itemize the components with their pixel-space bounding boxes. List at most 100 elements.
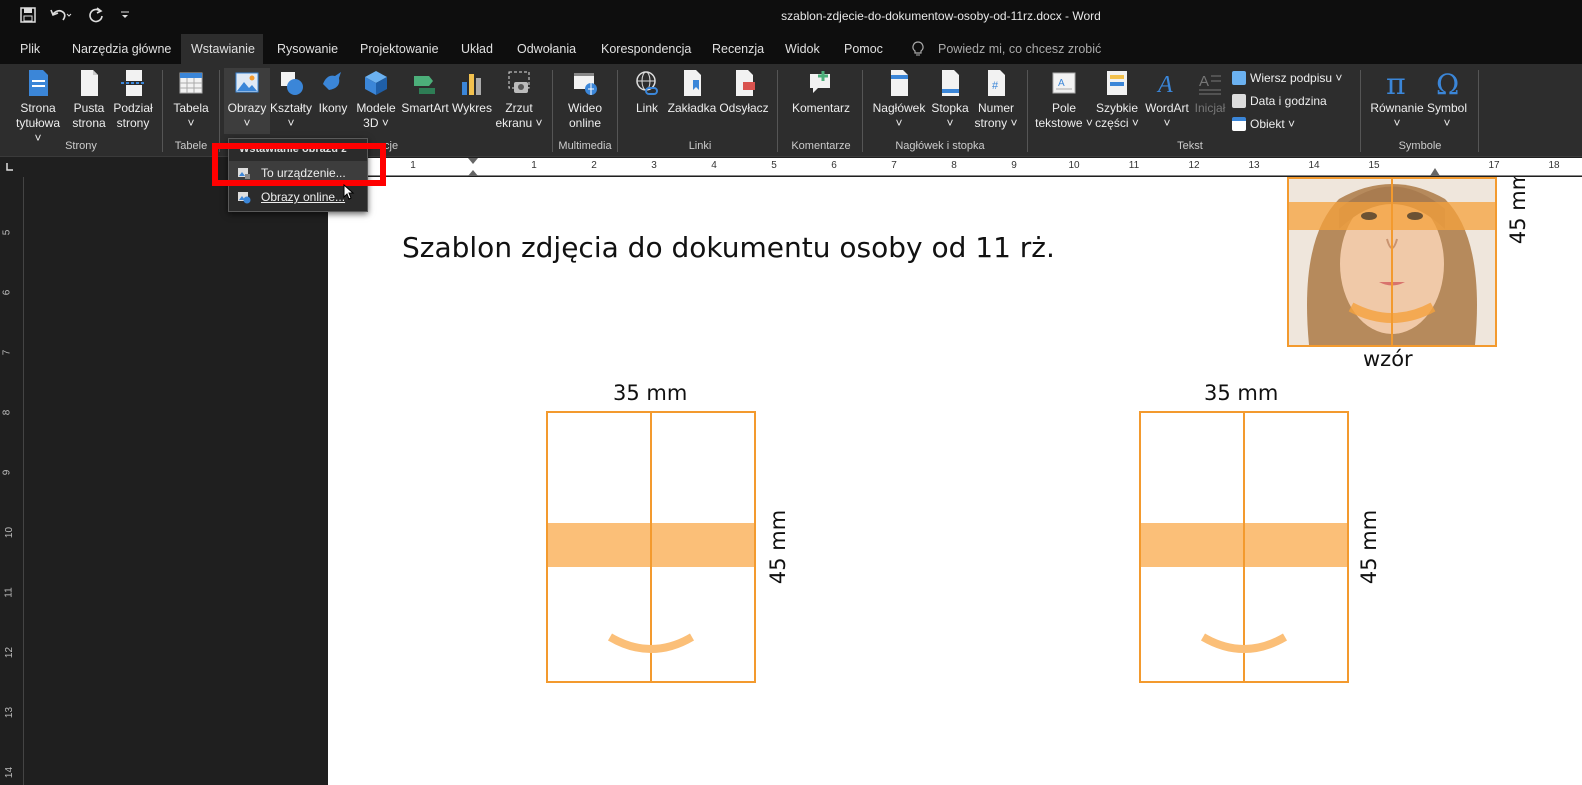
tab-narzedzia-glowne[interactable]: Narzędzia główne — [62, 34, 181, 64]
video-icon — [574, 73, 597, 95]
text-box-button[interactable]: A Pole tekstowe ˅ — [1033, 68, 1095, 131]
ruler-number: 3 — [651, 160, 657, 171]
cover-page-button[interactable]: Strona tytułowa ˅ — [11, 68, 65, 146]
ruler-number: 7 — [1, 349, 13, 356]
ruler-number: 9 — [1, 469, 13, 476]
indent-marker-icon[interactable] — [468, 158, 478, 176]
svg-text:A: A — [1156, 72, 1173, 98]
bookmark-button[interactable]: Zakładka — [666, 68, 718, 116]
bookmark-icon — [684, 70, 701, 96]
ruler-number: 11 — [1128, 160, 1140, 171]
ruler-number: 5 — [1, 229, 13, 236]
shapes-button[interactable]: Kształty ˅ — [266, 68, 316, 131]
chin-guide — [1200, 633, 1288, 653]
group-separator — [777, 70, 778, 152]
link-button[interactable]: Link — [622, 68, 672, 116]
tab-projektowanie[interactable]: Projektowanie — [350, 34, 449, 64]
ruler-number: 18 — [1548, 160, 1560, 171]
equation-button[interactable]: π Równanie ˅ — [1368, 68, 1426, 131]
cover-page-icon — [29, 70, 48, 96]
link-label: Link — [635, 101, 658, 115]
highlight-box — [212, 143, 386, 186]
ruler-number: 17 — [1488, 160, 1500, 171]
page-number-icon: # — [988, 70, 1005, 96]
wordart-button[interactable]: A WordArt ˅ — [1142, 68, 1192, 131]
object-button[interactable]: Obiekt ˅ — [1232, 114, 1295, 134]
blank-page-icon — [81, 70, 98, 96]
cross-reference-button[interactable]: Odsyłacz — [717, 68, 771, 116]
blank-page-button[interactable]: Pusta strona — [66, 68, 112, 131]
ruler-number: 5 — [771, 160, 777, 171]
online-video-label: Wideo online — [567, 101, 602, 130]
text-box-label: Pole tekstowe — [1035, 101, 1083, 130]
signature-line-button[interactable]: Wiersz podpisu ˅ — [1232, 68, 1342, 88]
table-button[interactable]: Tabela ˅ — [166, 68, 216, 131]
tab-recenzja[interactable]: Recenzja — [702, 34, 774, 64]
wordart-icon: A — [1156, 72, 1173, 98]
tell-me-search[interactable]: Powiedz mi, co chcesz zrobić — [938, 34, 1101, 64]
picture-icon — [235, 72, 259, 93]
tab-rysowanie[interactable]: Rysowanie — [267, 34, 348, 64]
tab-widok[interactable]: Widok — [775, 34, 830, 64]
ruler-number: 13 — [4, 706, 16, 719]
online-video-button[interactable]: Wideo online — [560, 68, 610, 131]
3d-models-button[interactable]: Modele 3D ˅ — [352, 68, 400, 131]
tab-pomoc[interactable]: Pomoc — [834, 34, 893, 64]
drop-cap-icon: A — [1199, 73, 1221, 95]
document-page[interactable]: Szablon zdjęcia do dokumentu osoby od 11… — [328, 177, 1582, 785]
date-time-label: Data i godzina — [1250, 94, 1327, 108]
group-label-linki: Linki — [688, 140, 712, 152]
document-heading[interactable]: Szablon zdjęcia do dokumentu osoby od 11… — [402, 231, 1055, 264]
ruler-number: 1 — [410, 160, 416, 171]
equation-label: Równanie — [1370, 101, 1424, 115]
ruler-number: 10 — [4, 526, 16, 539]
header-icon — [891, 70, 908, 96]
quick-parts-button[interactable]: Szybkie części ˅ — [1090, 68, 1144, 131]
pictures-button[interactable]: Obrazy ˅ — [224, 68, 270, 134]
right-indent-marker-icon[interactable] — [1430, 164, 1440, 176]
comment-label: Komentarz — [791, 101, 851, 115]
tab-korespondencja[interactable]: Korespondencja — [591, 34, 701, 64]
icons-button[interactable]: Ikony — [310, 68, 356, 116]
photo-height-label: 45 mm — [1506, 177, 1530, 245]
header-button[interactable]: Nagłówek ˅ — [869, 68, 929, 131]
group-label-multimedia: Multimedia — [558, 140, 612, 152]
drop-cap-button[interactable]: A Inicjał — [1190, 68, 1230, 116]
comment-icon — [810, 71, 830, 93]
photo-template-2[interactable] — [1139, 411, 1349, 683]
photo-template-1[interactable] — [546, 411, 756, 683]
date-time-button[interactable]: Data i godzina — [1232, 91, 1327, 111]
lightbulb-icon — [912, 41, 924, 62]
page-number-button[interactable]: # Numer strony ˅ — [968, 68, 1024, 131]
group-separator — [862, 70, 863, 152]
pictures-label: Obrazy — [227, 101, 267, 115]
tab-plik[interactable]: Plik — [10, 34, 50, 64]
chart-button[interactable]: Wykres — [447, 68, 497, 116]
page-break-button[interactable]: Podział strony — [110, 68, 156, 131]
footer-icon — [942, 70, 959, 96]
horizontal-ruler[interactable]: 1 1 2 3 4 5 6 7 8 9 10 11 12 13 14 15 17… — [328, 158, 1582, 176]
group-separator — [1027, 70, 1028, 152]
svg-text:#: # — [992, 80, 999, 92]
ruler-number: 7 — [891, 160, 897, 171]
sample-photo[interactable] — [1287, 177, 1497, 347]
ribbon-tabs: Plik Narzędzia główne Wstawianie Rysowan… — [0, 34, 1582, 64]
page-number-label: Numer strony — [974, 101, 1014, 130]
tab-uklad[interactable]: Układ — [451, 34, 503, 64]
tab-wstawianie[interactable]: Wstawianie — [181, 34, 263, 64]
vertical-ruler[interactable]: 5 6 7 8 9 10 11 12 13 14 — [0, 177, 24, 785]
object-icon — [1232, 117, 1246, 131]
tab-odwolania[interactable]: Odwołania — [507, 34, 586, 64]
screenshot-button[interactable]: Zrzut ekranu ˅ — [493, 68, 545, 131]
document-title: szablon-zdjecie-do-dokumentow-osoby-od-1… — [781, 9, 1101, 23]
ruler-number: 8 — [1, 409, 13, 416]
symbol-button[interactable]: Ω Symbol ˅ — [1422, 68, 1472, 131]
calendar-icon — [1232, 94, 1246, 108]
smartart-button[interactable]: SmartArt — [398, 68, 452, 116]
ruler-number: 11 — [3, 587, 15, 598]
comment-button[interactable]: Komentarz — [790, 68, 852, 116]
ruler-corner[interactable] — [0, 158, 26, 176]
cover-page-label: Strona tytułowa — [15, 101, 61, 130]
link-icon — [636, 71, 658, 95]
ruler-number: 10 — [1068, 160, 1080, 171]
